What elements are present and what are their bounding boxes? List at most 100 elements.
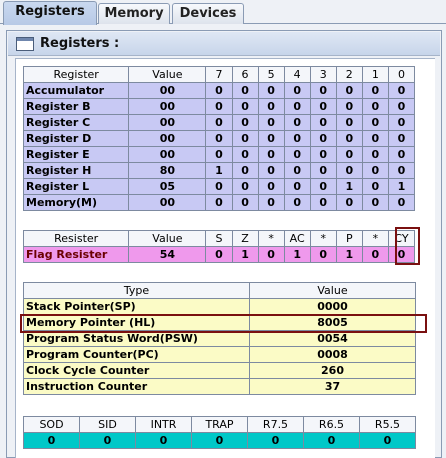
register-bit: 0: [309, 162, 337, 179]
pointer-type: Program Status Word(PSW): [23, 330, 250, 347]
column-header: 2: [335, 66, 363, 83]
column-header: Value: [249, 282, 416, 299]
register-bit: 0: [257, 146, 285, 163]
tab-registers[interactable]: Registers: [3, 1, 97, 25]
column-header: Z: [231, 230, 259, 247]
register-bit: 0: [387, 162, 416, 179]
column-header: R5.5: [359, 416, 416, 433]
register-row[interactable]: Register B 00 0 0 0 0 0 0 0 0: [22, 98, 416, 115]
register-bit: 0: [309, 82, 337, 99]
register-value: 00: [128, 130, 207, 147]
register-bit: 0: [283, 162, 311, 179]
register-row[interactable]: Accumulator 00 0 0 0 0 0 0 0 0: [22, 82, 416, 99]
register-bit: 0: [361, 130, 389, 147]
interrupt-value: 0: [359, 432, 416, 449]
register-bit: 1: [335, 178, 363, 195]
pointer-type: Stack Pointer(SP): [23, 298, 250, 315]
pointer-row[interactable]: Program Status Word(PSW) 0054: [23, 330, 416, 347]
register-bit: 0: [257, 130, 285, 147]
flag-register-name: Flag Resister: [22, 246, 130, 263]
register-row[interactable]: Memory(M) 00 0 0 0 0 0 0 0 0: [22, 194, 416, 211]
register-row[interactable]: Register H 80 1 0 0 0 0 0 0 0: [22, 162, 416, 179]
register-bit: 0: [257, 82, 285, 99]
column-header: Value: [128, 230, 207, 247]
register-bit: 0: [257, 114, 285, 131]
pointer-value: 0054: [249, 330, 416, 347]
column-header: *: [257, 230, 285, 247]
window-icon: [16, 37, 34, 51]
column-header: Register: [22, 66, 130, 83]
column-header: P: [335, 230, 363, 247]
register-name: Register D: [22, 130, 130, 147]
register-bit: 0: [335, 82, 363, 99]
column-header: SOD: [23, 416, 80, 433]
interrupt-value: 0: [79, 432, 136, 449]
flag-table: Resister Value S Z * AC * P * CY Flag Resister 54 0…: [22, 230, 416, 263]
column-header: 4: [283, 66, 311, 83]
pointer-row[interactable]: Stack Pointer(SP) 0000: [23, 298, 416, 315]
register-bit: 0: [309, 114, 337, 131]
register-bit: 0: [335, 114, 363, 131]
register-bit: 0: [231, 98, 259, 115]
register-bit: 0: [231, 194, 259, 211]
register-bit: 0: [361, 98, 389, 115]
pointer-row[interactable]: Clock Cycle Counter 260: [23, 362, 416, 379]
register-bit: 0: [361, 82, 389, 99]
pointer-row[interactable]: Memory Pointer (HL) 8005: [23, 314, 416, 331]
register-bit: 0: [387, 82, 416, 99]
register-value: 00: [128, 194, 207, 211]
flag-bit: 1: [283, 246, 311, 263]
pointer-value: 0008: [249, 346, 416, 363]
register-row[interactable]: Register E 00 0 0 0 0 0 0 0 0: [22, 146, 416, 163]
register-bit: 0: [231, 178, 259, 195]
register-bit: 0: [387, 98, 416, 115]
register-bit: 0: [335, 194, 363, 211]
register-bit: 0: [257, 194, 285, 211]
register-bit: 0: [257, 178, 285, 195]
register-name: Register C: [22, 114, 130, 131]
register-bit: 0: [205, 82, 233, 99]
interrupt-value: 0: [135, 432, 192, 449]
register-name: Register B: [22, 98, 130, 115]
flag-row[interactable]: Flag Resister 54 0 1 0 1 0 1 0 0: [22, 246, 416, 263]
register-bit: 0: [387, 194, 416, 211]
register-value: 00: [128, 98, 207, 115]
register-bit: 0: [205, 98, 233, 115]
flag-register-value: 54: [128, 246, 207, 263]
register-value: 00: [128, 114, 207, 131]
register-bit: 0: [231, 114, 259, 131]
column-header: Value: [128, 66, 207, 83]
register-row[interactable]: Register D 00 0 0 0 0 0 0 0 0: [22, 130, 416, 147]
flag-bit: 0: [309, 246, 337, 263]
tab-memory[interactable]: Memory: [98, 3, 170, 24]
pointer-row[interactable]: Instruction Counter 37: [23, 378, 416, 395]
register-value: 80: [128, 162, 207, 179]
register-bit: 0: [283, 194, 311, 211]
panel-title: Registers :: [40, 36, 120, 51]
interrupt-row[interactable]: 0000000: [23, 432, 416, 449]
tab-devices[interactable]: Devices: [172, 3, 244, 24]
register-bit: 0: [205, 146, 233, 163]
register-row[interactable]: Register C 00 0 0 0 0 0 0 0 0: [22, 114, 416, 131]
register-bit: 0: [231, 82, 259, 99]
register-bit: 0: [309, 146, 337, 163]
register-name: Register L: [22, 178, 130, 195]
column-header: CY: [387, 230, 416, 247]
register-bit: 0: [205, 114, 233, 131]
register-bit: 0: [205, 130, 233, 147]
register-row[interactable]: Register L 05 0 0 0 0 0 1 0 1: [22, 178, 416, 195]
register-bit: 0: [283, 82, 311, 99]
register-bit: 0: [257, 98, 285, 115]
pointer-type: Clock Cycle Counter: [23, 362, 250, 379]
column-header: 5: [257, 66, 285, 83]
pointer-value: 260: [249, 362, 416, 379]
column-header: Type: [23, 282, 250, 299]
register-bit: 0: [257, 162, 285, 179]
register-bit: 0: [309, 130, 337, 147]
flag-bit: 1: [231, 246, 259, 263]
column-header: R6.5: [303, 416, 360, 433]
register-bit: 0: [361, 194, 389, 211]
tab-bar: Registers Memory Devices: [0, 0, 446, 25]
pointer-row[interactable]: Program Counter(PC) 0008: [23, 346, 416, 363]
register-value: 00: [128, 82, 207, 99]
